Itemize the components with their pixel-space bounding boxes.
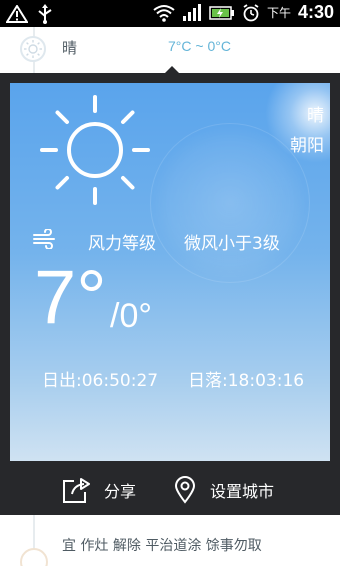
sunrise-time: 日出:06:50:27	[42, 371, 159, 391]
top-condition: 晴	[62, 39, 78, 57]
sun-small-icon	[20, 36, 46, 62]
signal-icon	[182, 3, 201, 21]
status-ampm: 下午	[266, 6, 291, 20]
wind-value: 微风小于3级	[184, 234, 280, 254]
temp-low: /0°	[110, 297, 152, 335]
share-button[interactable]: 分享	[62, 466, 136, 514]
warning-icon	[6, 5, 28, 23]
sun-icon	[40, 95, 150, 205]
almanac-text: 宜 作灶 解除 平治道涂 馀事勿取	[62, 538, 262, 554]
location-pin-icon	[174, 476, 196, 504]
alarm-icon	[243, 3, 259, 21]
usb-icon	[38, 4, 52, 24]
set-city-button[interactable]: 设置城市	[174, 466, 274, 514]
city-name: 朝阳	[290, 136, 324, 156]
temp-high: 7°	[34, 255, 107, 340]
set-city-label: 设置城市	[210, 482, 275, 501]
wind-label: 风力等级	[88, 234, 156, 254]
share-label: 分享	[104, 482, 137, 501]
top-temp-range: 7°C ~ 0°C	[168, 38, 231, 54]
wifi-icon	[153, 4, 175, 22]
sunset-time: 日落:18:03:16	[188, 371, 305, 391]
battery-charging-icon	[209, 5, 234, 20]
status-time: 4:30	[297, 2, 334, 22]
status-bar: 下午 4:30	[0, 0, 340, 27]
weather-card: 晴 朝阳 风力等级 微风小于3级 7° /0° 日出:06:50:27 日落:1…	[10, 83, 330, 461]
card-condition: 晴	[307, 106, 324, 126]
share-icon	[63, 478, 90, 503]
action-bar: 分享 设置城市	[0, 466, 340, 514]
wind-icon	[33, 229, 55, 249]
